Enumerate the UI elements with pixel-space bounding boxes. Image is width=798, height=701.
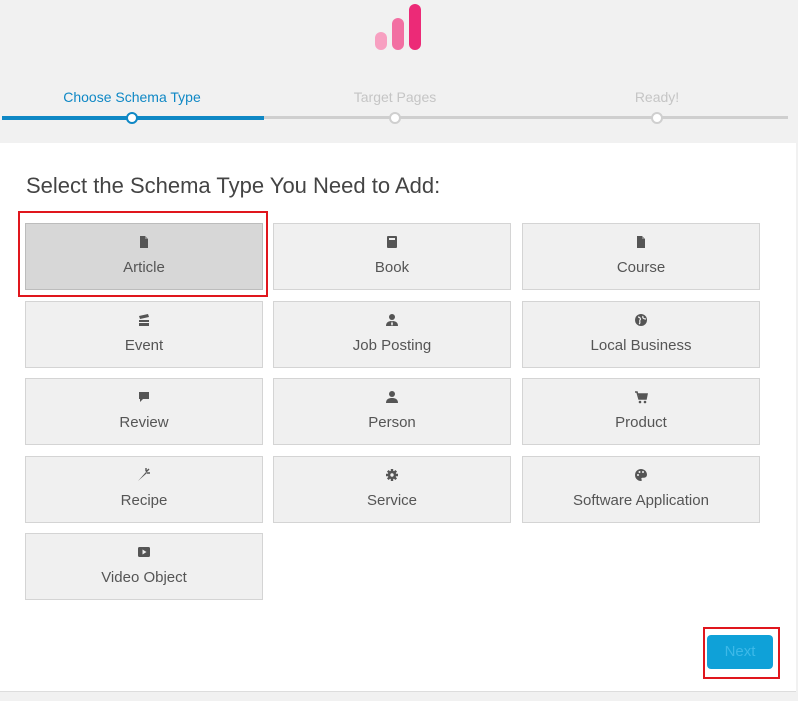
document-icon xyxy=(637,236,645,248)
tile-label: Article xyxy=(123,259,165,276)
schema-tile-course[interactable]: Course xyxy=(522,223,760,290)
schema-tile-local-business[interactable]: Local Business xyxy=(522,301,760,368)
next-button-label: Next xyxy=(724,643,756,660)
step-dot-3 xyxy=(651,112,663,124)
tile-label: Service xyxy=(366,492,418,509)
progress-track-inactive xyxy=(264,116,788,119)
wizard-steps: Choose Schema Type Target Pages Ready! xyxy=(0,84,798,124)
carrot-icon xyxy=(138,468,150,481)
palette-icon xyxy=(635,469,647,481)
book-icon xyxy=(387,236,397,248)
schema-tile-review[interactable]: Review xyxy=(25,378,263,445)
user-tie-icon xyxy=(386,314,398,326)
schema-tile-book[interactable]: Book xyxy=(273,223,511,290)
gear-icon xyxy=(386,469,398,481)
tile-label: Review xyxy=(119,414,169,431)
speech-bubble-icon xyxy=(139,392,149,402)
step-ready[interactable]: Ready! xyxy=(635,89,679,105)
step-dot-1 xyxy=(126,112,138,124)
schema-tile-service[interactable]: Service xyxy=(273,456,511,523)
tile-label: Book xyxy=(374,259,410,276)
tile-label: Product xyxy=(615,414,667,431)
tile-label: Job Posting xyxy=(352,337,432,354)
tile-label: Software Application xyxy=(573,492,709,509)
calendar-stack-icon xyxy=(139,314,149,326)
tile-label: Course xyxy=(616,259,666,276)
cart-icon xyxy=(635,391,648,404)
schema-tile-person[interactable]: Person xyxy=(273,378,511,445)
schema-tile-video-object[interactable]: Video Object xyxy=(25,533,263,600)
tile-label: Event xyxy=(124,337,164,354)
schema-tile-software-application[interactable]: Software Application xyxy=(522,456,760,523)
schema-tile-article[interactable]: Article xyxy=(25,223,263,290)
schema-tile-job-posting[interactable]: Job Posting xyxy=(273,301,511,368)
globe-icon xyxy=(635,314,647,326)
tile-label: Recipe xyxy=(120,492,168,509)
play-icon xyxy=(138,547,150,557)
step-target-pages[interactable]: Target Pages xyxy=(354,89,437,105)
schema-tile-product[interactable]: Product xyxy=(522,378,760,445)
schema-tile-event[interactable]: Event xyxy=(25,301,263,368)
app-logo xyxy=(375,4,423,50)
schema-type-panel: Select the Schema Type You Need to Add: … xyxy=(0,143,796,692)
document-icon xyxy=(140,236,148,248)
page-heading: Select the Schema Type You Need to Add: xyxy=(26,173,441,198)
tile-label: Video Object xyxy=(101,569,187,586)
step-dot-2 xyxy=(389,112,401,124)
tile-label: Local Business xyxy=(590,337,692,354)
user-icon xyxy=(386,391,398,403)
next-button[interactable]: Next xyxy=(707,635,773,669)
schema-tile-recipe[interactable]: Recipe xyxy=(25,456,263,523)
tile-label: Person xyxy=(368,414,416,431)
step-choose-schema-type[interactable]: Choose Schema Type xyxy=(63,89,201,105)
